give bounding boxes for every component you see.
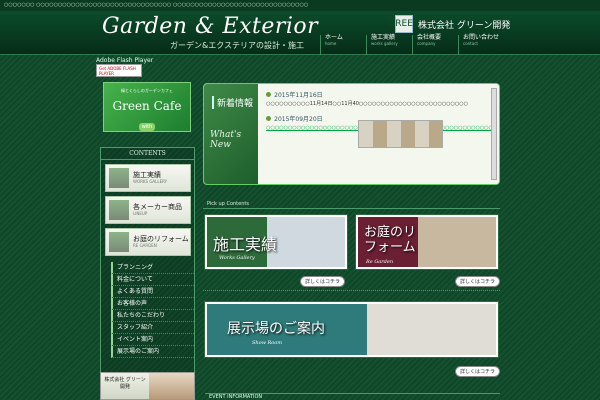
news-list: 2015年11月16日 ○○○○○○○○○○11月14日○○11月40○○○○○… bbox=[258, 84, 499, 184]
header: Garden & Exterior ガーデン&エクステリアの設計・施工 GREE… bbox=[0, 11, 600, 55]
staff-photo bbox=[149, 373, 194, 399]
company-mark-icon: GREEN bbox=[388, 15, 420, 33]
get-flash-button[interactable]: Get ADOBE FLASH PLAYER bbox=[96, 64, 142, 77]
bottom-heading: EVENT INFORMATION bbox=[205, 393, 500, 400]
sidebar: 緑とくらしのガーデンカフェ Green Cafe with CONTENTS 施… bbox=[100, 82, 195, 387]
company-box[interactable]: 株式会社 グリーン開発 bbox=[100, 372, 195, 400]
banner-works[interactable]: 施工実績 Works Gallery bbox=[205, 215, 347, 269]
side-link[interactable]: お客様の声 bbox=[111, 298, 194, 310]
news-title-en: What's New bbox=[210, 130, 242, 150]
more-button[interactable]: 詳しくはコチラ bbox=[300, 276, 346, 287]
side-link[interactable]: 料金について bbox=[111, 274, 194, 286]
company-name: 株式会社 グリーン開発 bbox=[418, 20, 511, 31]
side-button-lineup[interactable]: 各メーカー商品 LINEUP bbox=[105, 196, 191, 224]
company-box-text: 株式会社 グリーン開発 bbox=[104, 377, 146, 390]
side-button-works[interactable]: 施工実績 WORKS GALLERY bbox=[105, 164, 191, 192]
thumb-image bbox=[109, 232, 129, 252]
side-links: プランニング 料金について よくある質問 お客様の声 私たちのこだわり スタッフ… bbox=[101, 262, 194, 358]
nav-home[interactable]: ホーム home bbox=[320, 34, 366, 55]
contents-title: CONTENTS bbox=[101, 148, 194, 160]
bullet-icon bbox=[266, 92, 272, 97]
site-tagline: ガーデン&エクステリアの設計・施工 bbox=[170, 41, 304, 50]
nav-company[interactable]: 会社概要 company bbox=[412, 34, 458, 55]
side-link[interactable]: スタッフ紹介 bbox=[111, 322, 194, 334]
nav-works[interactable]: 施工実績 works gallery bbox=[366, 34, 412, 55]
thumb-image bbox=[109, 200, 129, 220]
banner-regarden[interactable]: お庭のリフォーム Re Garden bbox=[356, 215, 498, 269]
site-logo[interactable]: Garden & Exterior bbox=[102, 14, 318, 39]
more-button[interactable]: 詳しくはコチラ bbox=[455, 276, 501, 287]
contents-panel: CONTENTS 施工実績 WORKS GALLERY 各メーカー商品 LINEUP… bbox=[100, 147, 195, 387]
side-link[interactable]: よくある質問 bbox=[111, 286, 194, 298]
green-cafe-banner[interactable]: 緑とくらしのガーデンカフェ Green Cafe with bbox=[103, 82, 191, 132]
pickup-heading: Pick up Contents bbox=[203, 199, 500, 209]
news-visual: 新着情報 What's New bbox=[204, 84, 259, 184]
side-link[interactable]: 私たちのこだわり bbox=[111, 310, 194, 322]
side-link[interactable]: 展示場のご案内 bbox=[111, 346, 194, 358]
news-scrollbar[interactable] bbox=[491, 88, 497, 180]
side-link[interactable]: プランニング bbox=[111, 262, 194, 274]
news-title: 新着情報 bbox=[212, 96, 253, 109]
thumb-image bbox=[109, 168, 129, 188]
company-logo[interactable]: GREEN 株式会社 グリーン開発 bbox=[388, 15, 511, 33]
banner-showroom[interactable]: 展示場のご案内 Show Room bbox=[205, 302, 498, 357]
side-link[interactable]: イベント案内 bbox=[111, 334, 194, 346]
top-strip: ○○○○○○○ ○○○○○○○○○○○○○○○○○○○○○○○○○○○○○○○ … bbox=[0, 0, 600, 11]
side-button-regarden[interactable]: お庭のリフォーム RE GARDEN bbox=[105, 228, 191, 256]
bullet-icon bbox=[266, 115, 272, 121]
nav-contact[interactable]: お問い合わせ contact bbox=[458, 34, 504, 55]
more-button[interactable]: 詳しくはコチラ bbox=[455, 366, 501, 377]
news-box: 新着情報 What's New 2015年11月16日 ○○○○○○○○○○11… bbox=[203, 83, 500, 185]
global-nav: ホーム home 施工実績 works gallery 会社概要 company お問… bbox=[320, 34, 504, 55]
flash-label: Adobe Flash Player bbox=[96, 57, 154, 64]
news-thumbnail[interactable] bbox=[358, 120, 444, 148]
divider bbox=[203, 290, 500, 291]
news-item: 2015年11月16日 ○○○○○○○○○○11月14日○○11月40○○○○○… bbox=[266, 92, 468, 107]
